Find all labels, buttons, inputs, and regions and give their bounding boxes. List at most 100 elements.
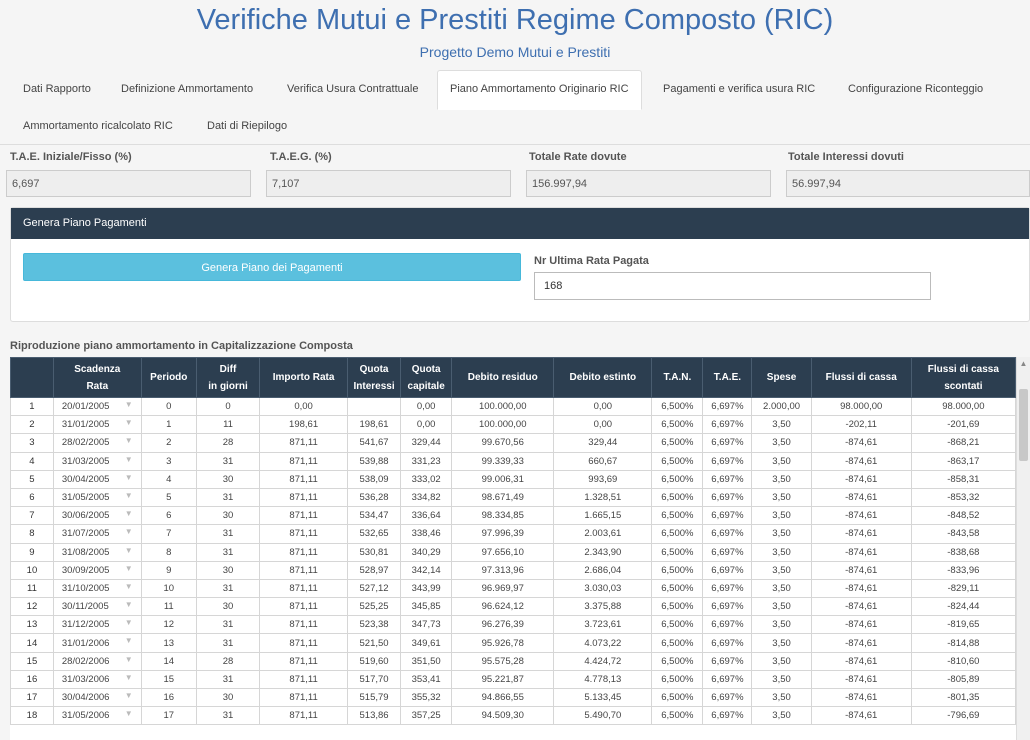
- header-flussi-cassa-scontati[interactable]: Flussi di cassa scontati: [910, 357, 1016, 398]
- dropdown-arrow-icon[interactable]: ▼: [125, 600, 133, 609]
- periodo-cell: 9: [140, 560, 197, 580]
- scadenza-value: 31/05/2006: [61, 710, 110, 722]
- tab-pagamenti-verifica-usura[interactable]: Pagamenti e verifica usura RIC: [663, 83, 815, 95]
- header-periodo[interactable]: Periodo: [140, 357, 197, 398]
- header-tan[interactable]: T.A.N.: [651, 357, 704, 398]
- tab-bar: Dati Rapporto Definizione Ammortamento V…: [0, 70, 1030, 145]
- header-debito-estinto[interactable]: Debito estinto: [553, 357, 653, 398]
- dropdown-arrow-icon[interactable]: ▼: [125, 564, 133, 573]
- table-row[interactable]: 2 31/01/2005 ▼ 1 11 198,61 198,61 0,00 100.000,0…: [10, 415, 1016, 435]
- header-scadenza-rata[interactable]: Scadenza Rata: [52, 357, 142, 398]
- dropdown-arrow-icon[interactable]: ▼: [125, 546, 133, 555]
- tab-ammortamento-ricalcolato[interactable]: Ammortamento ricalcolato RIC: [23, 120, 173, 132]
- flussi-cassa-cell: -874,61: [810, 524, 912, 544]
- quota-interessi-cell: 536,28: [346, 487, 402, 508]
- flussi-scontati-cell: -819,65: [910, 615, 1016, 635]
- tan-cell: 6,500%: [651, 487, 704, 508]
- taeg-field[interactable]: 7,107: [266, 170, 511, 197]
- tae-cell: 6,697%: [702, 469, 753, 489]
- totale-rate-field[interactable]: 156.997,94: [526, 170, 771, 197]
- tab-dati-rapporto[interactable]: Dati Rapporto: [23, 83, 91, 95]
- dropdown-arrow-icon[interactable]: ▼: [125, 491, 133, 500]
- dropdown-arrow-icon[interactable]: ▼: [125, 527, 133, 536]
- dropdown-arrow-icon[interactable]: ▼: [125, 691, 133, 700]
- header-diff-giorni-line2: in giorni: [208, 380, 248, 392]
- table-row[interactable]: 4 31/03/2005 ▼ 3 31 871,11 539,88 331,23 99.339,…: [10, 451, 1016, 471]
- dropdown-arrow-icon[interactable]: ▼: [125, 436, 133, 445]
- quota-interessi-cell: 534,47: [346, 506, 402, 526]
- dropdown-arrow-icon[interactable]: ▼: [125, 655, 133, 664]
- header-diff-giorni[interactable]: Diff in giorni: [195, 357, 261, 398]
- table-row[interactable]: 8 31/07/2005 ▼ 7 31 871,11 532,65 338,46 97.996,…: [10, 524, 1016, 544]
- header-quota-capitale[interactable]: Quota capitale: [400, 357, 453, 398]
- totale-rate-label: Totale Rate dovute: [529, 151, 627, 163]
- scadenza-value: 28/02/2006: [61, 655, 110, 667]
- scadenza-value: 30/04/2006: [61, 692, 110, 704]
- table-row[interactable]: 12 30/11/2005 ▼ 11 30 871,11 525,25 345,85 96.62…: [10, 597, 1016, 617]
- dropdown-arrow-icon[interactable]: ▼: [125, 582, 133, 591]
- header-debito-residuo-line1: Debito residuo: [467, 372, 538, 383]
- table-row[interactable]: 18 31/05/2006 ▼ 17 31 871,11 513,86 357,25 94.50…: [10, 706, 1016, 726]
- header-debito-residuo[interactable]: Debito residuo: [451, 357, 555, 398]
- diff-giorni-cell: 30: [195, 506, 261, 526]
- row-index: 3: [10, 433, 54, 453]
- importo-rata-cell: 871,11: [259, 487, 348, 508]
- tab-dati-riepilogo[interactable]: Dati di Riepilogo: [207, 120, 287, 132]
- genera-piano-button[interactable]: Genera Piano dei Pagamenti: [23, 253, 521, 281]
- dropdown-arrow-icon[interactable]: ▼: [125, 455, 133, 464]
- tae-iniziale-field[interactable]: 6,697: [6, 170, 251, 197]
- flussi-scontati-cell: -863,17: [910, 451, 1016, 471]
- header-tae-line1: T.A.E.: [713, 372, 742, 383]
- flussi-scontati-cell: -805,89: [910, 669, 1016, 690]
- debito-residuo-cell: 96.624,12: [451, 597, 555, 617]
- table-row[interactable]: 3 28/02/2005 ▼ 2 28 871,11 541,67 329,44 99.670,…: [10, 433, 1016, 453]
- table-row[interactable]: 17 30/04/2006 ▼ 16 30 871,11 515,79 355,32 94.86…: [10, 687, 1016, 708]
- scadenza-value: 31/05/2005: [61, 492, 110, 504]
- header-flussi-cassa[interactable]: Flussi di cassa: [810, 357, 912, 398]
- ultima-rata-input[interactable]: 168: [534, 272, 931, 300]
- dropdown-arrow-icon[interactable]: ▼: [125, 418, 133, 427]
- totale-interessi-field[interactable]: 56.997,94: [786, 170, 1030, 197]
- debito-estinto-cell: 0,00: [553, 396, 653, 417]
- quota-capitale-cell: 0,00: [400, 415, 453, 435]
- table-scrollbar[interactable]: ▲: [1016, 357, 1030, 740]
- dropdown-arrow-icon[interactable]: ▼: [125, 400, 133, 409]
- dropdown-arrow-icon[interactable]: ▼: [125, 618, 133, 627]
- tae-cell: 6,697%: [702, 415, 753, 435]
- dropdown-arrow-icon[interactable]: ▼: [125, 473, 133, 482]
- spese-cell: 3,50: [751, 415, 812, 435]
- table-row[interactable]: 16 31/03/2006 ▼ 15 31 871,11 517,70 353,41 95.22…: [10, 669, 1016, 690]
- periodo-cell: 13: [140, 633, 197, 653]
- table-row[interactable]: 9 31/08/2005 ▼ 8 31 871,11 530,81 340,29 97.656,…: [10, 542, 1016, 562]
- tan-cell: 6,500%: [651, 687, 704, 708]
- row-index: 10: [10, 560, 54, 580]
- dropdown-arrow-icon[interactable]: ▼: [125, 673, 133, 682]
- quota-capitale-cell: 351,50: [400, 651, 453, 671]
- table-row[interactable]: 14 31/01/2006 ▼ 13 31 871,11 521,50 349,61 95.92…: [10, 633, 1016, 653]
- header-quota-interessi[interactable]: Quota Interessi: [346, 357, 402, 398]
- header-tae[interactable]: T.A.E.: [702, 357, 753, 398]
- tab-verifica-usura-contrattuale[interactable]: Verifica Usura Contrattuale: [287, 83, 418, 95]
- scrollbar-thumb[interactable]: [1019, 389, 1028, 461]
- table-row[interactable]: 11 31/10/2005 ▼ 10 31 871,11 527,12 343,99 96.96…: [10, 578, 1016, 599]
- tab-piano-ammortamento-originario[interactable]: Piano Ammortamento Originario RIC: [437, 70, 642, 110]
- tab-definizione-ammortamento[interactable]: Definizione Ammortamento: [121, 83, 253, 95]
- scadenza-cell: 31/05/2005 ▼: [52, 487, 142, 508]
- table-row[interactable]: 7 30/06/2005 ▼ 6 30 871,11 534,47 336,64 98.334,…: [10, 506, 1016, 526]
- header-importo-rata[interactable]: Importo Rata: [259, 357, 348, 398]
- table-row[interactable]: 15 28/02/2006 ▼ 14 28 871,11 519,60 351,50 95.57…: [10, 651, 1016, 671]
- flussi-cassa-cell: -874,61: [810, 451, 912, 471]
- header-spese[interactable]: Spese: [751, 357, 812, 398]
- scadenza-cell: 31/03/2005 ▼: [52, 451, 142, 471]
- dropdown-arrow-icon[interactable]: ▼: [125, 709, 133, 718]
- header-index[interactable]: [10, 357, 54, 398]
- table-row[interactable]: 1 20/01/2005 ▼ 0 0 0,00 0,00 100.000,00 0,00 6,50…: [10, 396, 1016, 417]
- dropdown-arrow-icon[interactable]: ▼: [125, 636, 133, 645]
- dropdown-arrow-icon[interactable]: ▼: [125, 509, 133, 518]
- table-row[interactable]: 6 31/05/2005 ▼ 5 31 871,11 536,28 334,82 98.671,…: [10, 487, 1016, 508]
- table-row[interactable]: 13 31/12/2005 ▼ 12 31 871,11 523,38 347,73 96.27…: [10, 615, 1016, 635]
- scroll-up-icon[interactable]: ▲: [1017, 359, 1030, 368]
- table-row[interactable]: 5 30/04/2005 ▼ 4 30 871,11 538,09 333,02 99.006,…: [10, 469, 1016, 489]
- table-row[interactable]: 10 30/09/2005 ▼ 9 30 871,11 528,97 342,14 97.313…: [10, 560, 1016, 580]
- tab-configurazione-riconteggio[interactable]: Configurazione Riconteggio: [848, 83, 983, 95]
